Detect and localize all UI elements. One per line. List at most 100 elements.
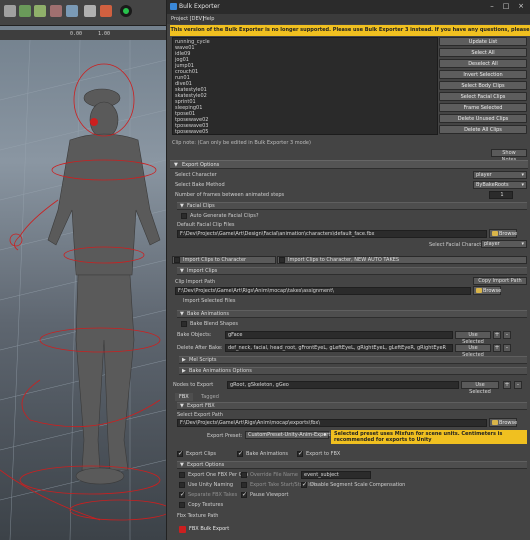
show-notes-button[interactable]: Show Notes xyxy=(491,149,527,163)
clip-action-button[interactable]: Update List xyxy=(439,37,527,46)
pause-viewport-checkbox[interactable] xyxy=(241,491,247,498)
tab-fbx[interactable]: FBX xyxy=(175,393,193,401)
unity-naming-checkbox[interactable] xyxy=(179,482,185,488)
section-bake-options[interactable]: ▶ Bake Animations Options xyxy=(179,367,527,375)
import-clips-new-takes-button[interactable]: Import Clips to Character, NEW AUTO TAKE… xyxy=(277,256,527,264)
section-facial-clips[interactable]: ▼ Facial Clips xyxy=(177,202,527,210)
export-browse-button[interactable]: Browse xyxy=(489,418,517,427)
tab-tagged[interactable]: Tagged xyxy=(197,393,223,401)
section-bake-animations[interactable]: ▼ Bake Animations xyxy=(177,310,527,318)
bake-blend-checkbox[interactable] xyxy=(181,321,187,327)
app-logo-icon xyxy=(170,3,177,10)
clip-action-button[interactable]: Invert Selection xyxy=(439,70,527,79)
maya-viewport[interactable]: 0.00 1.00 xyxy=(0,0,166,540)
nodes-minus-button[interactable]: - xyxy=(514,381,522,389)
shelf-tool-icon[interactable] xyxy=(66,5,78,17)
collapse-arrow-icon: ▼ xyxy=(180,203,184,209)
auto-generate-facial-checkbox[interactable] xyxy=(181,213,187,219)
chevron-down-icon: ▾ xyxy=(521,182,524,188)
clip-action-button[interactable]: Select All xyxy=(439,48,527,57)
unity-naming-label: Use Unity Naming xyxy=(188,482,234,488)
delete-after-bake-input[interactable]: def_neck, facial, head_root, gFrontEyeL,… xyxy=(225,344,453,352)
frames-between-label: Number of frames between animated steps xyxy=(175,192,285,198)
nodes-use-selected-button[interactable]: Use Selected xyxy=(461,381,499,395)
fbx-bulk-export-button[interactable]: FBX Bulk Export xyxy=(177,524,241,535)
shelf-tool-icon[interactable] xyxy=(34,5,46,17)
clip-action-button[interactable]: Select Body Clips xyxy=(439,81,527,90)
copy-textures-label: Copy Textures xyxy=(188,502,224,508)
shelf-tool-icon[interactable] xyxy=(4,5,16,17)
export-path-input[interactable]: F:\Dev\Projects\Game\Art\Rigs\Anim\mocap… xyxy=(177,419,487,427)
menu-project[interactable]: Project [DEV] xyxy=(171,16,204,22)
export-tabs: FBX Tagged xyxy=(175,393,527,401)
nodes-to-export-input[interactable]: gRoot, gSkeleton, gGeo xyxy=(227,381,459,389)
clip-list[interactable]: running_cycle wave01 idle09 jog01 jump01 crou… xyxy=(172,37,438,135)
section-export-fbx[interactable]: ▼ Export FBX xyxy=(177,402,527,410)
collapse-arrow-icon: ▼ xyxy=(180,311,184,317)
shelf-tool-icon[interactable] xyxy=(84,5,96,17)
import-selected-label[interactable]: Import Selected Files xyxy=(183,298,235,304)
import-path-input[interactable]: F:\Dev\Projects\Game\Art\Rigs\Anim\mocap… xyxy=(175,287,471,295)
copy-import-path-button[interactable]: Copy Import Path xyxy=(473,277,527,285)
override-file-name-input[interactable]: event_subject xyxy=(301,471,371,479)
one-fbx-per-clip-checkbox[interactable] xyxy=(179,472,185,478)
frame-start[interactable]: 0.00 xyxy=(70,31,82,37)
maximize-icon[interactable]: □ xyxy=(501,2,511,11)
bake-objects-label: Bake Objects: xyxy=(177,332,212,338)
facial-character-dropdown[interactable]: player ▾ xyxy=(481,240,527,248)
one-fbx-per-clip-label: Export One FBX Per Clip xyxy=(188,472,249,478)
import-browse-button[interactable]: Browse xyxy=(473,286,501,295)
separate-takes-checkbox[interactable] xyxy=(179,491,185,498)
frame-value[interactable]: 1.00 xyxy=(98,31,110,37)
bake-animations-checkbox[interactable] xyxy=(237,450,243,457)
collapse-arrow-icon: ▼ xyxy=(180,462,184,468)
menu-help[interactable]: Help xyxy=(203,16,214,22)
nodes-to-export-label: Nodes to Export xyxy=(173,382,214,388)
section-fbx-export-options[interactable]: ▼ Export Options xyxy=(177,461,527,469)
bake-method-dropdown[interactable]: ByBakeRoots ▾ xyxy=(473,181,527,189)
copy-textures-checkbox[interactable] xyxy=(179,502,185,508)
clip-action-button[interactable]: Deselect All xyxy=(439,59,527,68)
scene-view[interactable] xyxy=(0,40,166,540)
clip-action-button[interactable]: Frame Selected xyxy=(439,103,527,112)
bake-objects-input[interactable]: gFace xyxy=(225,331,453,339)
section-mel-scripts[interactable]: ▶ Mel Scripts xyxy=(179,356,527,364)
import-clips-button[interactable]: Import Clips to Character xyxy=(172,256,276,264)
separate-takes-label: Separate FBX Takes xyxy=(188,492,238,498)
nodes-plus-button[interactable]: + xyxy=(503,381,511,389)
export-clips-checkbox[interactable] xyxy=(177,450,183,457)
bulk-exporter-window: Bulk Exporter – □ × Project [DEV] Help T… xyxy=(166,0,530,540)
shelf-tool-icon[interactable] xyxy=(100,5,112,17)
close-icon[interactable]: × xyxy=(516,2,526,11)
clip-action-button[interactable]: Delete Unused Clips xyxy=(439,114,527,123)
frames-between-input[interactable]: 1 xyxy=(489,191,513,199)
bake-objects-use-selected-button[interactable]: Use Selected xyxy=(455,331,491,345)
minimize-icon[interactable]: – xyxy=(487,2,497,11)
auto-generate-facial-label: Auto Generate Facial Clips? xyxy=(190,213,259,219)
shelf-tool-icon[interactable] xyxy=(19,5,31,17)
section-export-options[interactable]: ▼ Export Options xyxy=(170,160,528,169)
export-to-fbx-checkbox[interactable] xyxy=(297,450,303,457)
section-import-clips[interactable]: ▼ Import Clips xyxy=(177,267,527,275)
record-icon[interactable] xyxy=(120,5,132,17)
bake-objects-minus-button[interactable]: - xyxy=(503,331,511,339)
collapse-arrow-icon: ▼ xyxy=(174,162,178,168)
clip-action-button[interactable]: Delete All Clips xyxy=(439,125,527,134)
clip-action-button[interactable]: Select Facial Clips xyxy=(439,92,527,101)
facial-browse-button[interactable]: Browse xyxy=(489,229,517,238)
window-titlebar[interactable]: Bulk Exporter – □ × xyxy=(167,0,530,14)
shelf-tool-icon[interactable] xyxy=(50,5,62,17)
override-file-name-checkbox[interactable] xyxy=(241,472,247,478)
export-preset-dropdown[interactable]: CustomPreset-Unity-Anim-Export ▾ xyxy=(245,431,330,439)
facial-character-label: Select Facial Character xyxy=(429,242,487,248)
segment-scale-checkbox[interactable] xyxy=(301,481,307,488)
delete-after-bake-plus-button[interactable]: + xyxy=(493,344,501,352)
clip-note-label: Clip note: (Can only be edited in Bulk E… xyxy=(172,140,311,146)
facial-clip-path-input[interactable]: F:\Dev\Projects\Game\Art\Design\Facial\a… xyxy=(177,230,487,238)
take-start-stop-checkbox[interactable] xyxy=(241,482,247,488)
delete-after-bake-minus-button[interactable]: - xyxy=(503,344,511,352)
delete-after-bake-label: Delete After Bake: xyxy=(177,345,223,351)
bake-objects-plus-button[interactable]: + xyxy=(493,331,501,339)
character-dropdown[interactable]: player ▾ xyxy=(473,171,527,179)
delete-after-bake-use-selected-button[interactable]: Use Selected xyxy=(455,344,491,358)
